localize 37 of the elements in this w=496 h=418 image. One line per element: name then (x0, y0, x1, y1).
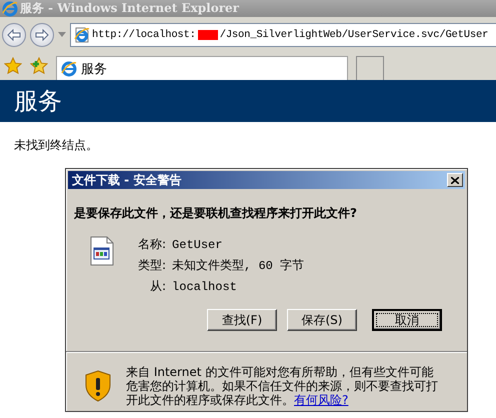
field-label: 从: (149, 278, 166, 295)
new-tab-button[interactable] (356, 56, 384, 80)
error-message: 未找到终结点。 (14, 137, 98, 154)
risk-link[interactable]: 有何风险? (294, 393, 348, 407)
dialog-button[interactable]: 取消 (372, 309, 442, 331)
page-heading: 服务 (14, 86, 62, 117)
forward-button[interactable] (30, 22, 54, 46)
tab-label: 服务 (81, 60, 107, 78)
left-arrow-icon (7, 28, 21, 40)
field-label: 类型: (138, 257, 166, 274)
redaction-mark (198, 30, 218, 40)
dialog-button[interactable]: 保存(S) (287, 309, 357, 331)
browser-logo-icon (61, 60, 77, 76)
dialog-title: 文件下载 - 安全警告 (72, 172, 182, 188)
back-button[interactable] (2, 22, 26, 46)
close-button[interactable] (447, 173, 463, 187)
dropdown-caret-icon[interactable] (58, 32, 66, 37)
window-title: 服务 - Windows Internet Explorer (20, 0, 239, 17)
url-text: http://localhost: (92, 28, 196, 40)
field-label: 名称: (138, 236, 166, 253)
browser-tab[interactable]: 服务 (56, 56, 348, 80)
warning-shield-icon (84, 370, 112, 402)
right-arrow-icon (35, 28, 49, 40)
address-bar[interactable]: http://localhost: /Json_SilverlightWeb/UserService.svc/GetUser (70, 22, 496, 46)
warning-text: 来自 Internet 的文件可能对您有所帮助，但有些文件可能危害您的计算机。如果不信任文件的来源，则不要查找可打开此文件的程序或保存此文件。有何风险? (126, 365, 439, 407)
star-icon[interactable] (4, 57, 22, 75)
field-value: localhost (172, 280, 238, 294)
page-icon (74, 26, 90, 42)
dialog-button[interactable]: 查找(F) (207, 309, 277, 331)
close-icon (451, 176, 459, 184)
browser-logo-icon (2, 0, 18, 16)
field-value: 未知文件类型, 60 字节 (172, 258, 304, 274)
star-plus-icon[interactable] (30, 57, 48, 75)
dialog-question: 是要保存此文件，还是要联机查找程序来打开此文件? (74, 205, 357, 222)
url-text: /Json_SilverlightWeb/UserService.svc/GetUser (220, 28, 488, 40)
field-value: GetUser (172, 238, 224, 252)
file-icon (90, 236, 114, 266)
